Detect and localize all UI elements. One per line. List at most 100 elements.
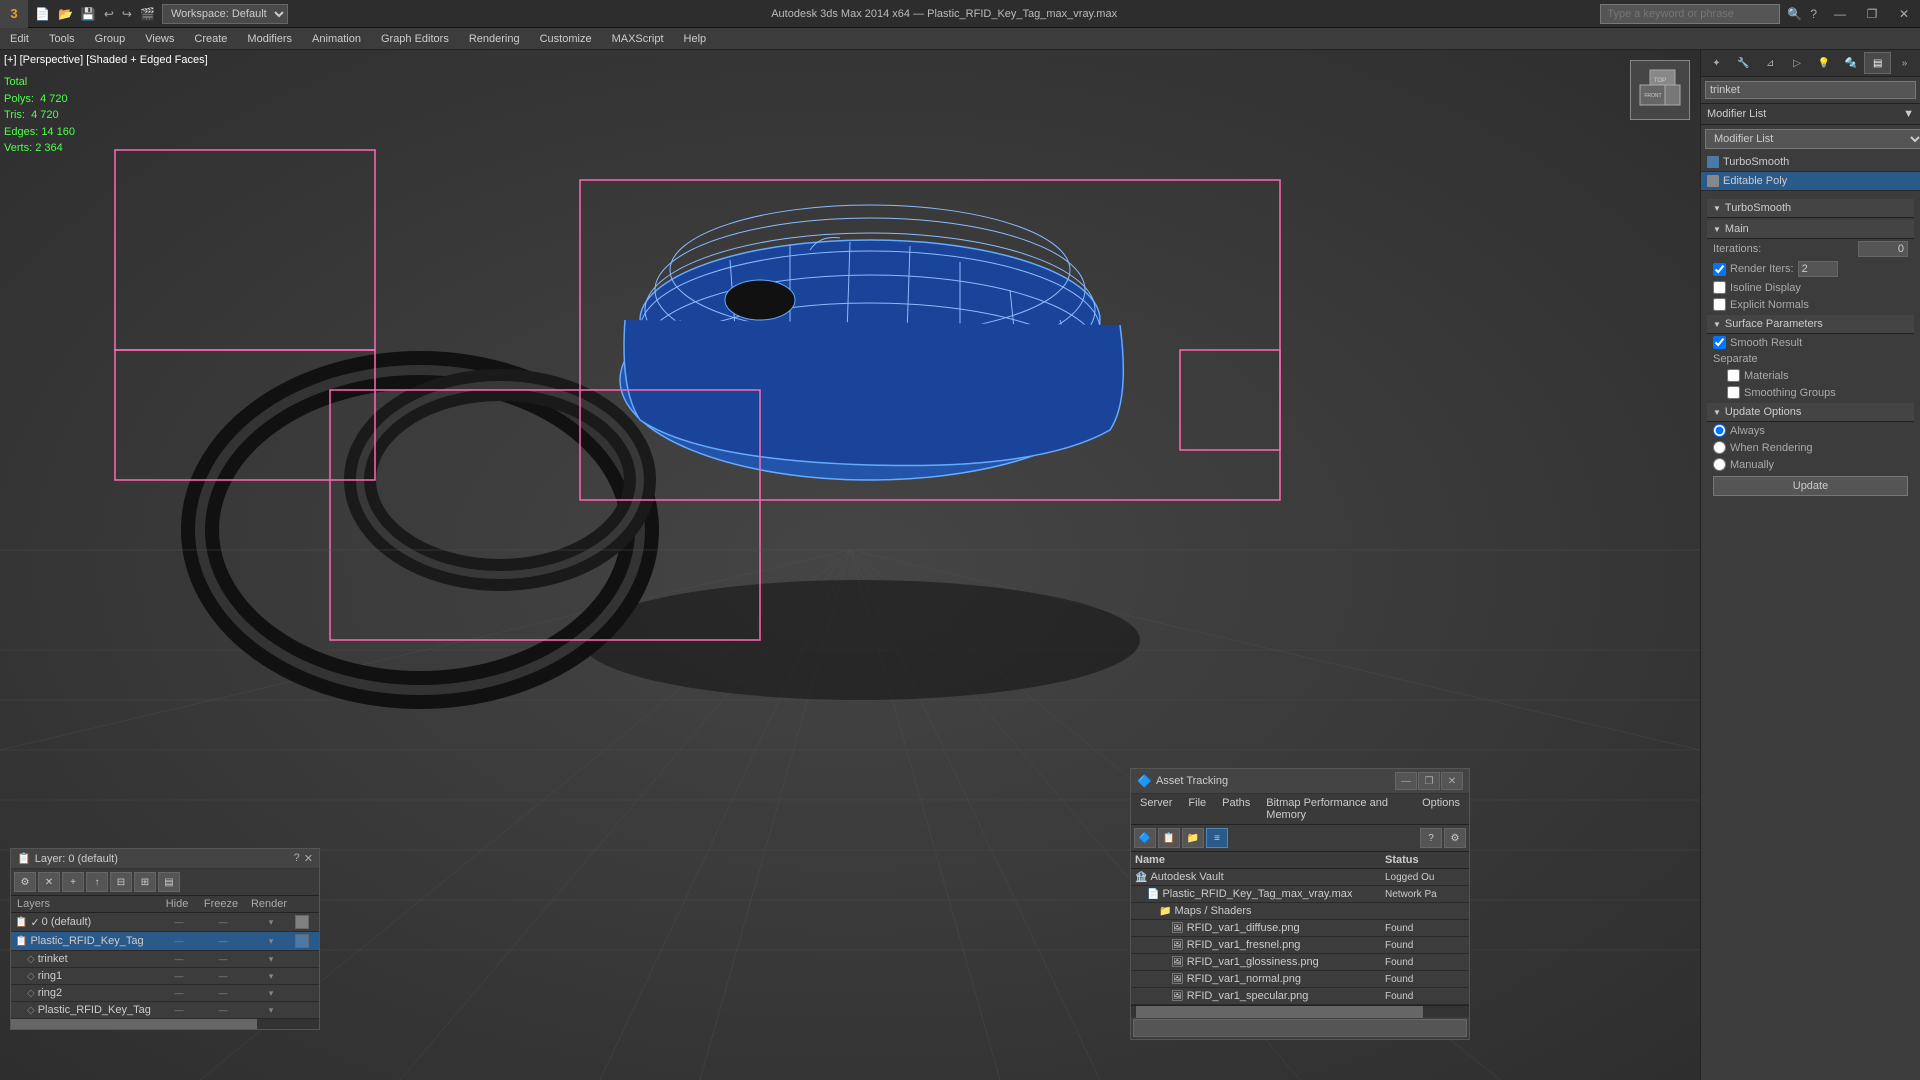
layer-scrollbar[interactable] bbox=[11, 1019, 319, 1029]
asset-item-diffuse[interactable]: 🖼 RFID_var1_diffuse.png Found bbox=[1131, 920, 1469, 937]
redo-icon[interactable]: ↪ bbox=[119, 5, 135, 23]
layer-tool-collapse[interactable]: ⊟ bbox=[110, 872, 132, 892]
render-iters-input[interactable]: 2 bbox=[1798, 261, 1838, 277]
asset-help-icon[interactable]: ? bbox=[1420, 828, 1442, 848]
when-rendering-radio[interactable] bbox=[1713, 441, 1726, 454]
layer-item-default[interactable]: 📋 ✓ 0 (default) — — ▾ bbox=[11, 913, 319, 932]
menu-edit[interactable]: Edit bbox=[0, 30, 39, 48]
menu-group[interactable]: Group bbox=[85, 30, 136, 48]
asset-minimize-button[interactable]: — bbox=[1395, 772, 1417, 790]
asset-item-maps[interactable]: 📁 Maps / Shaders bbox=[1131, 903, 1469, 920]
asset-item-specular[interactable]: 🖼 RFID_var1_specular.png Found bbox=[1131, 988, 1469, 1005]
isoline-checkbox[interactable] bbox=[1713, 281, 1726, 294]
separate-label: Separate bbox=[1707, 351, 1914, 367]
menu-tools[interactable]: Tools bbox=[39, 30, 85, 48]
asset-menu-bitmap[interactable]: Bitmap Performance and Memory bbox=[1258, 795, 1414, 823]
explicit-normals-checkbox[interactable] bbox=[1713, 298, 1726, 311]
search-input[interactable] bbox=[1600, 4, 1780, 24]
layer-tool-expand[interactable]: ⊞ bbox=[134, 872, 156, 892]
menu-help[interactable]: Help bbox=[674, 30, 717, 48]
asset-settings-icon[interactable]: ⚙ bbox=[1444, 828, 1466, 848]
asset-tool-1[interactable]: 🔷 bbox=[1134, 828, 1156, 848]
tab-motion[interactable]: ▷ bbox=[1784, 52, 1811, 74]
menu-modifiers[interactable]: Modifiers bbox=[237, 30, 302, 48]
layer-item-plastic[interactable]: 📋 Plastic_RFID_Key_Tag — — ▾ bbox=[11, 932, 319, 951]
open-icon[interactable]: 📂 bbox=[55, 5, 76, 23]
new-icon[interactable]: 📄 bbox=[32, 5, 53, 23]
close-button[interactable]: ✕ bbox=[1888, 0, 1920, 28]
save-icon[interactable]: 💾 bbox=[78, 5, 99, 23]
asset-menu-server[interactable]: Server bbox=[1132, 795, 1180, 823]
modifier-editablepoly[interactable]: Editable Poly bbox=[1701, 172, 1920, 191]
viewport-cube[interactable]: TOP FRONT bbox=[1630, 60, 1690, 120]
asset-restore-button[interactable]: ❐ bbox=[1418, 772, 1440, 790]
asset-tool-3[interactable]: 📁 bbox=[1182, 828, 1204, 848]
tab-create[interactable]: ✦ bbox=[1703, 52, 1730, 74]
asset-tool-4[interactable]: ≡ bbox=[1206, 828, 1228, 848]
asset-item-maxfile[interactable]: 📄 Plastic_RFID_Key_Tag_max_vray.max Netw… bbox=[1131, 886, 1469, 903]
layer-item-ring1[interactable]: ◇ ring1 — — ▾ bbox=[11, 968, 319, 985]
restore-button[interactable]: ❐ bbox=[1856, 0, 1888, 28]
section-update[interactable]: Update Options bbox=[1707, 403, 1914, 422]
asset-menu-paths[interactable]: Paths bbox=[1214, 795, 1258, 823]
asset-item-fresnel[interactable]: 🖼 RFID_var1_fresnel.png Found bbox=[1131, 937, 1469, 954]
manually-radio[interactable] bbox=[1713, 458, 1726, 471]
menu-animation[interactable]: Animation bbox=[302, 30, 371, 48]
modifier-list-select[interactable]: Modifier List bbox=[1705, 129, 1920, 149]
layer-help-icon[interactable]: ? bbox=[294, 852, 300, 865]
asset-menu-options[interactable]: Options bbox=[1414, 795, 1468, 823]
render-icon[interactable]: 🎬 bbox=[137, 5, 158, 23]
menu-views[interactable]: Views bbox=[135, 30, 184, 48]
tab-modify[interactable]: 🔧 bbox=[1730, 52, 1757, 74]
iterations-input[interactable]: 0 bbox=[1858, 241, 1908, 257]
layer-tool-move[interactable]: ↑ bbox=[86, 872, 108, 892]
workspace-select[interactable]: Workspace: Default bbox=[162, 4, 288, 24]
asset-search-input[interactable] bbox=[1133, 1019, 1467, 1037]
search-icon[interactable]: 🔍 bbox=[1784, 5, 1805, 23]
layer-tool-settings[interactable]: ⚙ bbox=[14, 872, 36, 892]
asset-scrollbar-horizontal[interactable] bbox=[1131, 1005, 1469, 1017]
materials-checkbox[interactable] bbox=[1727, 369, 1740, 382]
menu-graph-editors[interactable]: Graph Editors bbox=[371, 30, 459, 48]
tab-modifier-panel[interactable]: ▤ bbox=[1864, 52, 1891, 74]
layer-item-trinket[interactable]: ◇ trinket — — ▾ bbox=[11, 951, 319, 968]
menu-maxscript[interactable]: MAXScript bbox=[602, 30, 674, 48]
col-render-header: Render bbox=[245, 898, 293, 910]
help-icon[interactable]: ? bbox=[1807, 5, 1820, 23]
object-name-input[interactable]: trinket bbox=[1705, 81, 1916, 99]
tab-utilities[interactable]: 🔩 bbox=[1837, 52, 1864, 74]
layer-tool-delete[interactable]: ✕ bbox=[38, 872, 60, 892]
menu-create[interactable]: Create bbox=[184, 30, 237, 48]
asset-tool-2[interactable]: 📋 bbox=[1158, 828, 1180, 848]
layer-panel-header[interactable]: 📋 Layer: 0 (default) ? ✕ bbox=[11, 849, 319, 869]
layer-tool-new[interactable]: + bbox=[62, 872, 84, 892]
menu-customize[interactable]: Customize bbox=[530, 30, 602, 48]
modifier-list-dropdown-icon[interactable]: ▼ bbox=[1903, 108, 1914, 120]
asset-close-button[interactable]: ✕ bbox=[1441, 772, 1463, 790]
layer-item-ring2[interactable]: ◇ ring2 — — ▾ bbox=[11, 985, 319, 1002]
render-iters-checkbox[interactable] bbox=[1713, 263, 1726, 276]
undo-icon[interactable]: ↩ bbox=[101, 5, 117, 23]
section-main[interactable]: Main bbox=[1707, 220, 1914, 239]
asset-col-status: Status bbox=[1385, 854, 1465, 866]
section-surface[interactable]: Surface Parameters bbox=[1707, 315, 1914, 334]
smooth-result-checkbox[interactable] bbox=[1713, 336, 1726, 349]
asset-item-vault[interactable]: 🏦 Autodesk Vault Logged Ou bbox=[1131, 869, 1469, 886]
asset-menu-file[interactable]: File bbox=[1180, 795, 1214, 823]
section-turbosmooth[interactable]: TurboSmooth bbox=[1707, 199, 1914, 218]
modifier-turbosmooth[interactable]: TurboSmooth bbox=[1701, 153, 1920, 172]
asset-item-glossiness[interactable]: 🖼 RFID_var1_glossiness.png Found bbox=[1131, 954, 1469, 971]
tab-hierarchy[interactable]: ⊿ bbox=[1757, 52, 1784, 74]
layer-item-plastic-tag2[interactable]: ◇ Plastic_RFID_Key_Tag — — ▾ bbox=[11, 1002, 319, 1019]
tab-display[interactable]: 💡 bbox=[1811, 52, 1838, 74]
layer-close-icon[interactable]: ✕ bbox=[304, 852, 313, 865]
viewport[interactable]: [+] [Perspective] [Shaded + Edged Faces]… bbox=[0, 50, 1700, 1080]
smoothing-groups-checkbox[interactable] bbox=[1727, 386, 1740, 399]
menu-rendering[interactable]: Rendering bbox=[459, 30, 530, 48]
update-button[interactable]: Update bbox=[1713, 476, 1908, 496]
tab-extra[interactable]: » bbox=[1891, 52, 1918, 74]
layer-tool-select[interactable]: ▤ bbox=[158, 872, 180, 892]
always-radio[interactable] bbox=[1713, 424, 1726, 437]
minimize-button[interactable]: — bbox=[1824, 0, 1856, 28]
asset-item-normal[interactable]: 🖼 RFID_var1_normal.png Found bbox=[1131, 971, 1469, 988]
